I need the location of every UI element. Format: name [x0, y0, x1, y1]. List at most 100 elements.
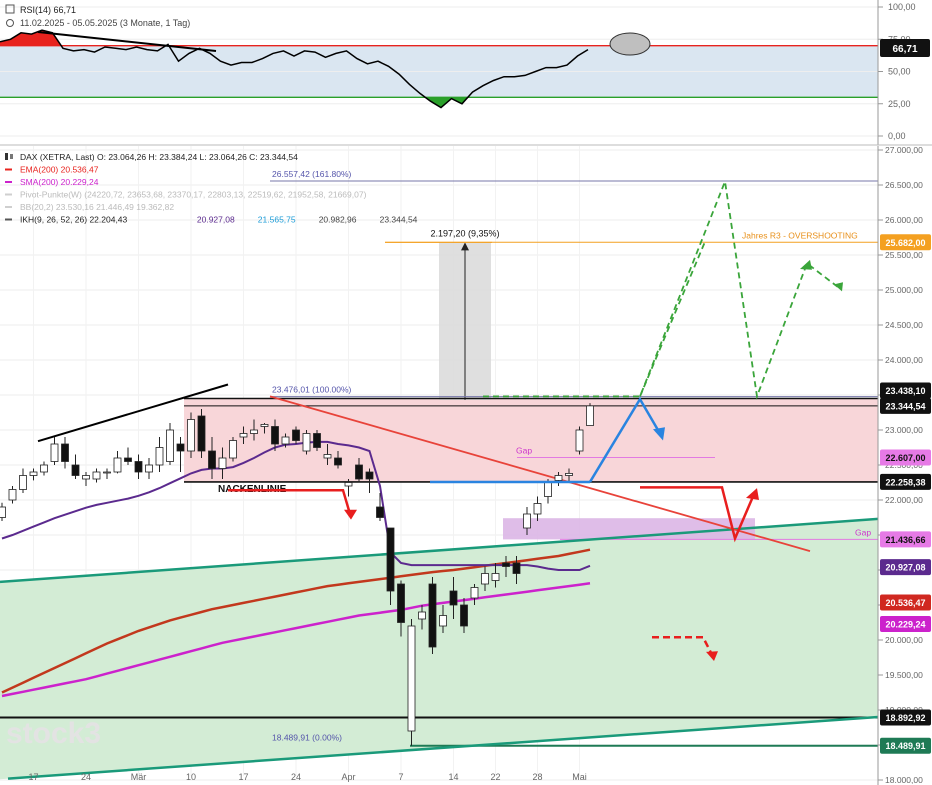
time-tick-label: 24	[291, 772, 301, 782]
legend-label: SMA(200) 20.229,24	[20, 177, 99, 187]
candle-body	[260, 423, 269, 427]
candle-body	[386, 527, 395, 592]
bull-scenario-path	[483, 178, 841, 400]
candle-body	[586, 405, 594, 426]
level-label: Gap	[516, 446, 532, 456]
price-tick-label: 25.500,00	[885, 250, 923, 260]
candle-body	[292, 429, 300, 441]
price-badge: 20.536,47	[880, 594, 931, 611]
time-tick-label: 17	[28, 772, 38, 782]
price-badge-text: 23.438,10	[885, 386, 925, 396]
candle-body	[124, 457, 132, 462]
dax-chart: 100,0075,0050,0025,000,00 RSI(14) 66,71 …	[0, 0, 932, 785]
price-tick-label: 27.000,00	[885, 145, 923, 155]
candle-body	[103, 471, 111, 474]
price-badge: 21.436,66	[880, 531, 931, 548]
candle-body	[229, 440, 237, 459]
candle-body	[40, 464, 48, 473]
candle-body	[50, 443, 59, 462]
candle-body	[344, 482, 353, 487]
candle-body	[61, 443, 69, 462]
candle-body	[376, 506, 384, 518]
price-tick-label: 25.000,00	[885, 285, 923, 295]
level-label: Gap	[855, 527, 871, 537]
price-badge: 23.344,54	[880, 397, 931, 414]
candle-body	[82, 475, 90, 480]
candle-body	[323, 454, 332, 459]
candle-body	[491, 573, 500, 581]
time-tick-label: 7	[398, 772, 403, 782]
candle-body	[554, 475, 563, 481]
chart-legend: DAX (XETRA, Last) O: 23.064,26 H: 23.384…	[5, 152, 418, 225]
candle-body	[544, 482, 552, 497]
candle-body	[166, 429, 174, 462]
candle-body	[155, 447, 164, 466]
candle-body	[281, 436, 290, 445]
time-tick-label: 17	[238, 772, 248, 782]
time-tick-label: 22	[490, 772, 500, 782]
price-badge-text: 20.927,08	[885, 563, 925, 573]
price-tick-label: 26.000,00	[885, 215, 923, 225]
red-arrowhead	[344, 509, 357, 520]
price-badge: 20.229,24	[880, 615, 931, 632]
rsi-panel: 100,0075,0050,0025,000,00 RSI(14) 66,71 …	[0, 0, 930, 145]
rsi-tick-label: 0,00	[888, 131, 906, 141]
legend-label: Pivot-Punkte(W) (24220,72, 23653,68, 233…	[20, 190, 367, 200]
red-arrowhead	[746, 488, 759, 500]
candle-body	[397, 583, 405, 623]
candle-body	[19, 475, 27, 490]
candle-body	[502, 562, 510, 567]
rsi-highlight-ellipse	[609, 32, 651, 56]
candle-body	[512, 562, 521, 574]
candle-body	[176, 443, 185, 452]
time-tick-label: Mai	[572, 772, 587, 782]
level-label: 26.557,42 (161.80%)	[272, 169, 352, 179]
rsi-axis: 100,0075,0050,0025,000,00	[877, 0, 916, 145]
price-badge: 18.892,92	[880, 709, 931, 726]
price-badge-text: 20.229,24	[885, 619, 925, 629]
price-badge-text: 25.682,00	[885, 238, 925, 248]
rsi-title: RSI(14) 66,71	[20, 5, 76, 15]
candle-body	[439, 615, 447, 627]
candle-body	[565, 472, 573, 476]
level-label: 23.476,01 (100.00%)	[272, 385, 352, 395]
price-panel: 2.197,20 (9,35%) 26.557,42 (161.80%) Jahr…	[0, 145, 931, 785]
rsi-subtitle: 11.02.2025 - 05.05.2025 (3 Monate, 1 Tag…	[20, 18, 190, 28]
level-label: Jahres R3 - OVERSHOOTING	[742, 230, 858, 240]
candle-body	[470, 587, 479, 599]
measure-label: 2.197,20 (9,35%)	[430, 228, 499, 238]
watermark: stock3	[6, 717, 101, 750]
price-badge-text: 20.536,47	[885, 598, 925, 608]
candle-body	[302, 433, 311, 452]
candle-body	[533, 503, 542, 515]
price-badge-text: 18.892,92	[885, 713, 925, 723]
legend-label: DAX (XETRA, Last) O: 23.064,26 H: 23.384…	[20, 152, 298, 162]
price-badge: 23.438,10	[880, 382, 931, 399]
legend-label: BB(20,2) 23.530,16 21.446,49 19.362,82	[20, 202, 174, 212]
price-tick-label: 23.000,00	[885, 425, 923, 435]
time-tick-label: 24	[81, 772, 91, 782]
candle-body	[428, 583, 437, 648]
price-badge: 22.607,00	[880, 449, 931, 466]
price-tick-label: 18.000,00	[885, 775, 923, 785]
price-badge: 18.489,91	[880, 737, 931, 754]
candle-body	[29, 471, 38, 476]
candle-body	[313, 433, 321, 448]
candle-body	[239, 433, 248, 438]
candle-body	[250, 429, 258, 434]
candle-body	[418, 611, 426, 620]
level-label: 18.489,91 (0.00%)	[272, 733, 342, 743]
legend-label: EMA(200) 20.536,47	[20, 165, 99, 175]
candle-body	[271, 426, 279, 445]
price-badge: 25.682,00	[880, 234, 931, 251]
time-tick-label: 28	[532, 772, 542, 782]
rsi-tick-label: 25,00	[888, 99, 911, 109]
candles-icon	[10, 154, 13, 159]
green-trend-channel	[0, 518, 878, 780]
candle-body	[523, 513, 531, 529]
time-tick-label: Mär	[131, 772, 147, 782]
rsi-current-badge: 66,71	[880, 39, 930, 57]
rsi-tick-label: 100,00	[888, 2, 916, 12]
candle-body	[355, 464, 363, 480]
candle-body	[71, 464, 80, 476]
